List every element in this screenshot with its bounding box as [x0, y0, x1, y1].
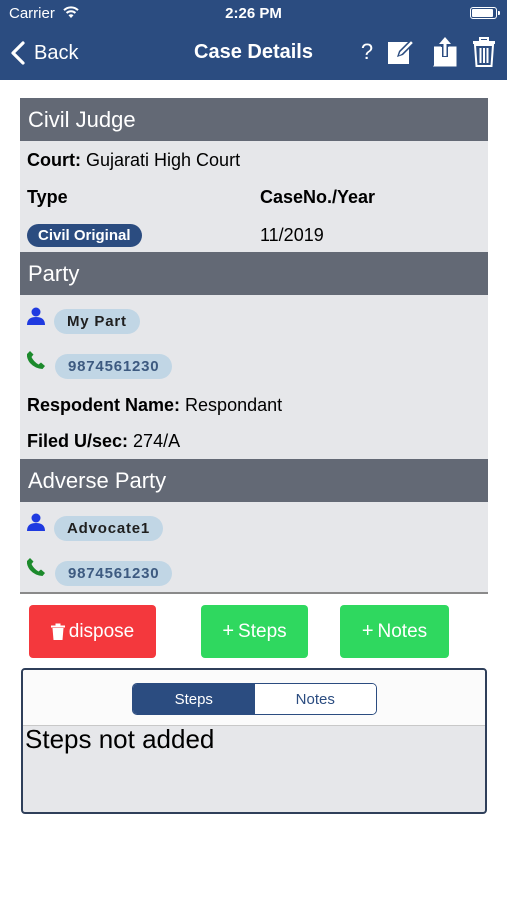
share-icon[interactable]	[430, 36, 460, 68]
help-icon[interactable]: ?	[356, 36, 378, 68]
case-type-badge: Civil Original	[27, 224, 142, 247]
dispose-label: dispose	[68, 620, 135, 642]
segmented-control[interactable]: Steps Notes	[132, 683, 377, 715]
respondent-label: Respodent Name:	[27, 395, 181, 415]
type-label: Type	[27, 187, 68, 207]
dispose-button[interactable]: dispose	[29, 605, 156, 658]
tab-notes[interactable]: Notes	[254, 684, 376, 714]
divider	[20, 592, 488, 594]
plus-icon: +	[361, 620, 374, 642]
nav-row: Back Case Details ?	[0, 30, 507, 76]
tab-steps[interactable]: Steps	[133, 684, 255, 714]
trash-icon[interactable]	[470, 36, 498, 68]
add-steps-label: Steps	[238, 620, 287, 642]
status-bar: Carrier 2:26 PM	[0, 0, 507, 28]
adverse-phone-chip[interactable]: 9874561230	[55, 561, 173, 586]
steps-notes-panel: Steps Notes Steps not added	[21, 668, 487, 814]
person-icon	[27, 513, 45, 531]
status-time: 2:26 PM	[225, 5, 282, 22]
back-button[interactable]: Back	[8, 38, 78, 68]
battery-icon	[470, 7, 500, 19]
filed-row: Filed U/sec: 274/A	[27, 431, 180, 452]
add-notes-button[interactable]: + Notes	[340, 605, 449, 658]
navigation-bar: Carrier 2:26 PM Back Case Details ?	[0, 0, 507, 80]
party-phone-chip[interactable]: 9874561230	[55, 354, 173, 379]
caseno-value: 11/2019	[260, 225, 324, 245]
add-notes-label: Notes	[377, 620, 428, 642]
case-details-card: Civil Judge Court: Gujarati High Court T…	[20, 98, 488, 592]
party-name-chip: My Part	[54, 309, 140, 334]
filed-value: 274/A	[133, 431, 181, 451]
add-steps-button[interactable]: + Steps	[201, 605, 308, 658]
phone-icon	[26, 558, 45, 576]
respondent-row: Respodent Name: Respondant	[27, 395, 282, 416]
battery-level	[472, 9, 493, 17]
edit-icon[interactable]	[386, 36, 416, 68]
back-chevron-icon	[11, 41, 25, 65]
section-header-adverse: Adverse Party	[20, 459, 488, 502]
court-value: Gujarati High Court	[86, 150, 241, 170]
empty-state-message: Steps not added	[25, 724, 215, 754]
section-header-case: Civil Judge	[20, 98, 488, 141]
court-row: Court: Gujarati High Court	[27, 150, 240, 171]
plus-icon: +	[222, 620, 235, 642]
filed-label: Filed U/sec:	[27, 431, 129, 451]
segment-bar: Steps Notes	[23, 670, 485, 726]
trash-icon	[50, 623, 65, 640]
court-label: Court:	[27, 150, 81, 170]
phone-icon	[26, 351, 45, 369]
person-icon	[27, 307, 45, 325]
back-label: Back	[34, 41, 79, 64]
adverse-name-chip: Advocate1	[54, 516, 164, 541]
respondent-value: Respondant	[185, 395, 283, 415]
section-header-party: Party	[20, 252, 488, 295]
caseno-label: CaseNo./Year	[260, 187, 376, 207]
